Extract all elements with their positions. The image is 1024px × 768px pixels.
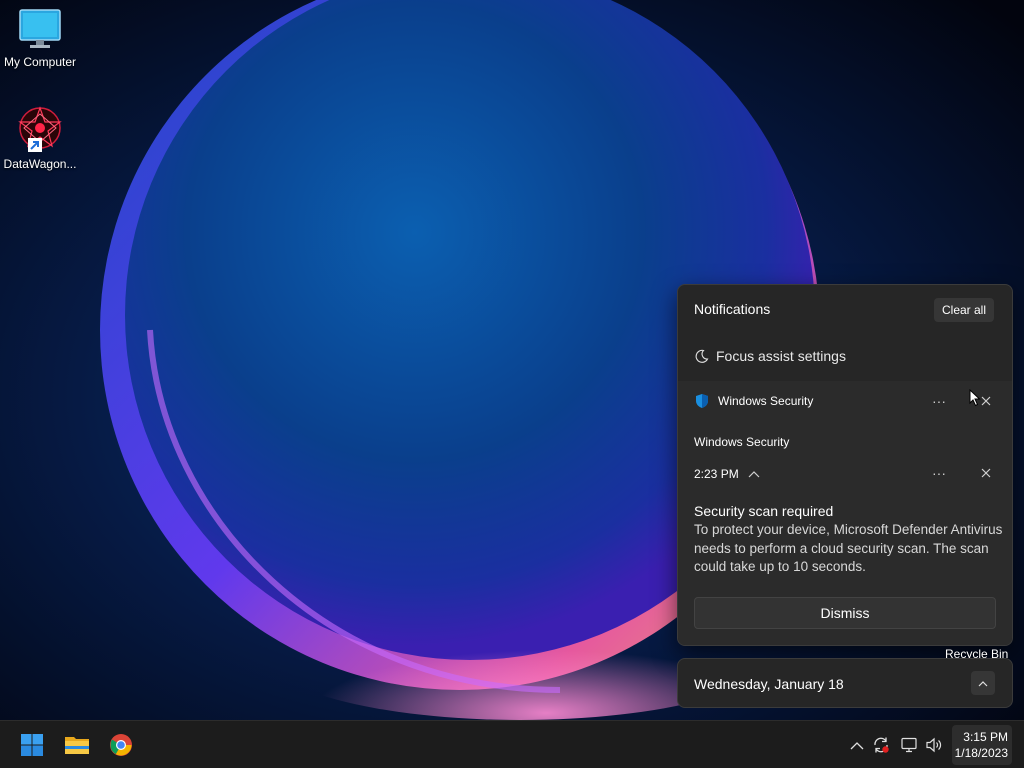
chevron-up-icon [978,680,988,686]
volume-tray-button[interactable] [925,736,943,754]
sync-icon [874,737,889,753]
taskbar: 3:15 PM 1/18/2023 [0,720,1024,768]
calendar-date: Wednesday, January 18 [694,676,844,692]
toast-time-row: 2:23 PM [694,467,760,481]
start-icon [21,734,43,756]
calendar-expand-button[interactable] [971,671,995,695]
toast-body: To protect your device, Microsoft Defend… [694,522,1003,574]
focus-assist-label: Focus assist settings [716,348,846,364]
toast-time: 2:23 PM [694,467,739,481]
show-hidden-icons-button[interactable] [848,736,866,754]
mouse-cursor-icon [969,389,981,407]
toast-source: Windows Security [694,435,790,449]
chevron-up-icon [850,741,864,749]
notifications-title: Notifications [694,301,771,317]
taskbar-clock[interactable]: 3:15 PM 1/18/2023 [952,725,1012,765]
chrome-icon [110,734,132,756]
desktop-icon-label: My Computer [3,55,77,69]
moon-icon [695,349,709,363]
toast-app-name: Windows Security [718,394,814,408]
chevron-up-icon[interactable] [748,470,760,478]
clock-date: 1/18/2023 [954,746,1008,760]
close-icon [981,396,991,406]
volume-icon [926,737,942,753]
toast-more-options-button[interactable]: ··· [929,463,949,483]
focus-assist-settings-link[interactable]: Focus assist settings [694,348,846,364]
notification-center: Notifications Clear all Focus assist set… [677,284,1013,646]
clock-time: 3:15 PM [963,730,1008,744]
desktop-icon-my-computer[interactable]: My Computer [0,8,80,69]
app-more-options-button[interactable]: ··· [929,391,949,411]
monitor-icon [19,9,61,48]
toast-close-button[interactable] [976,463,996,483]
network-icon [901,737,917,753]
shield-icon [696,394,708,408]
dismiss-button[interactable]: Dismiss [694,597,996,629]
start-button[interactable] [16,729,48,761]
file-explorer-icon [65,737,89,754]
chrome-button[interactable] [105,729,137,761]
network-tray-button[interactable] [900,736,918,754]
sync-tray-button[interactable] [872,736,890,754]
file-explorer-button[interactable] [61,729,93,761]
calendar-flyout: Wednesday, January 18 [677,658,1013,708]
toast-app-header: Windows Security [694,393,813,409]
clear-all-button[interactable]: Clear all [934,298,994,322]
desktop-icon-datawagon[interactable]: DataWagon... [0,104,80,171]
close-icon [981,468,991,478]
toast-heading: Security scan required [694,503,834,519]
desktop-icon-label: DataWagon... [3,157,77,171]
datawagon-icon [18,106,62,152]
